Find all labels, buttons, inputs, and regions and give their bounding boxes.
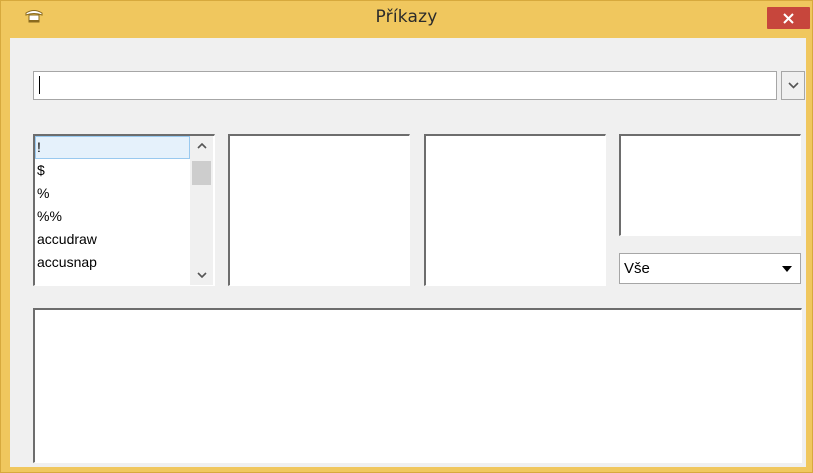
text-caret [39,76,40,94]
filter-select[interactable]: Vše [619,253,801,284]
close-icon [783,13,794,24]
chevron-down-icon [197,272,207,278]
close-button[interactable] [767,7,810,29]
list-item[interactable]: %% [35,205,190,228]
description-panel[interactable] [33,308,802,463]
chevron-down-icon [788,82,799,89]
command-listbox[interactable]: ! $ % %% accudraw accusnap [33,134,215,286]
fourth-list-panel[interactable] [619,134,801,236]
commands-window: Příkazy ! $ % %% accudraw accusnap Vše [0,0,813,473]
third-list-panel[interactable] [424,134,606,286]
window-title: Příkazy [375,7,438,27]
chevron-up-icon [197,143,207,149]
list-item[interactable]: accudraw [35,228,190,251]
scroll-up-button[interactable] [190,136,213,156]
scroll-thumb[interactable] [192,161,211,185]
list-item[interactable]: accusnap [35,251,190,274]
filter-select-value: Vše [624,260,650,277]
list-scrollbar[interactable] [190,136,213,285]
command-input[interactable] [33,71,777,100]
caret-down-icon [782,266,792,272]
dialog-body: ! $ % %% accudraw accusnap Vše [10,38,806,467]
command-combo [33,71,805,100]
title-bar[interactable]: Příkazy [1,1,812,37]
list-item[interactable]: $ [35,159,190,182]
list-item[interactable]: % [35,182,190,205]
scroll-down-button[interactable] [190,265,213,285]
command-dropdown-button[interactable] [781,71,805,100]
list-item[interactable]: ! [35,136,190,159]
second-list-panel[interactable] [228,134,410,286]
command-list-items: ! $ % %% accudraw accusnap [35,136,190,274]
